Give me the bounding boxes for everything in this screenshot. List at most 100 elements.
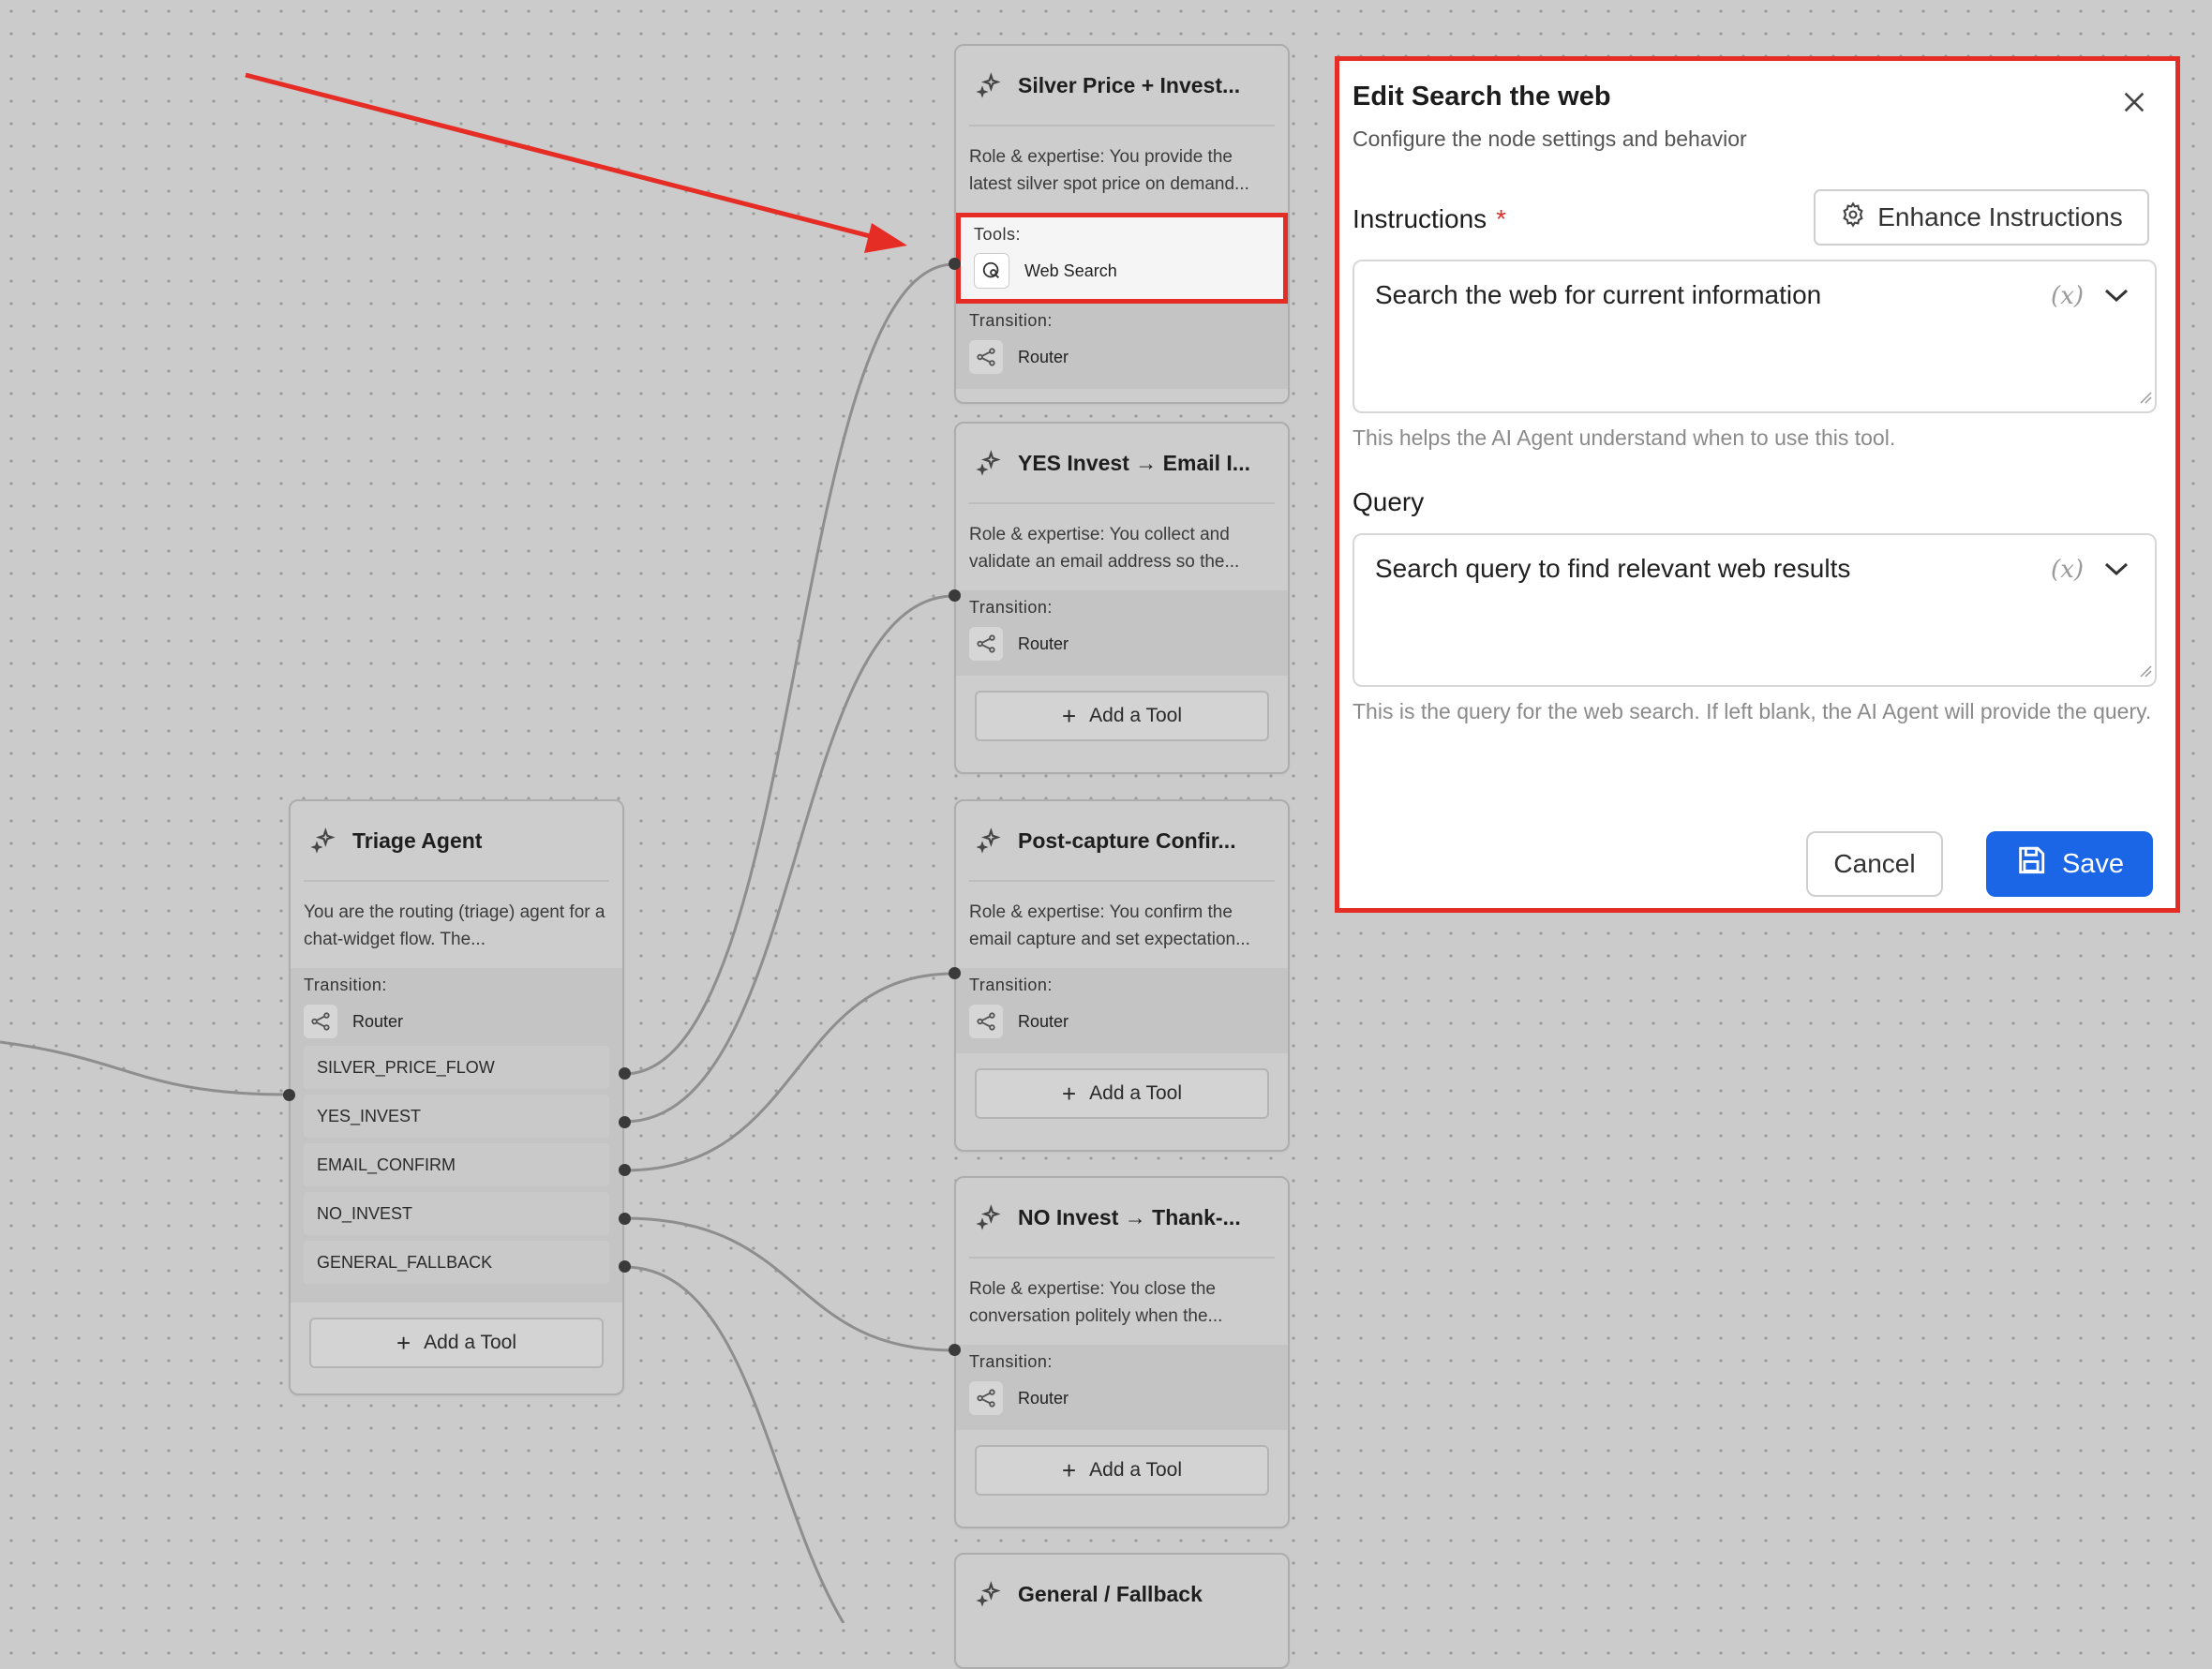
router-icon — [304, 1005, 337, 1038]
instructions-hint: This helps the AI Agent understand when … — [1353, 425, 1896, 450]
query-value: Search query to find relevant web result… — [1375, 554, 1851, 583]
route-row[interactable]: NO_INVEST — [304, 1192, 609, 1235]
node-header: NO Invest → Thank-... — [969, 1178, 1275, 1259]
node-title: Post-capture Confir... — [1018, 827, 1236, 853]
node-triage-agent[interactable]: Triage Agent You are the routing (triage… — [289, 799, 624, 1395]
input-port-silver[interactable] — [949, 258, 961, 270]
input-port-post-capture[interactable] — [949, 967, 961, 979]
tools-section-highlighted[interactable]: Tools: Web Search — [956, 213, 1288, 304]
output-port-silver-price-flow[interactable] — [619, 1067, 631, 1080]
transition-label: Transition: — [969, 1352, 1053, 1371]
node-post-capture[interactable]: Post-capture Confir... Role & expertise:… — [954, 799, 1290, 1152]
router-label: Router — [1018, 1388, 1069, 1408]
router-chip[interactable]: Router — [969, 1003, 1275, 1040]
sparkle-agent-icon — [309, 827, 337, 855]
router-icon — [969, 627, 1003, 661]
node-header: General / Fallback — [969, 1555, 1275, 1633]
add-tool-label: Add a Tool — [1089, 705, 1183, 726]
sparkle-agent-icon — [975, 827, 1003, 855]
router-label: Router — [1018, 1011, 1069, 1031]
transition-section: Transition: Router — [956, 590, 1288, 676]
node-header: YES Invest → Email I... — [969, 424, 1275, 504]
node-no-invest[interactable]: NO Invest → Thank-... Role & expertise: … — [954, 1176, 1290, 1528]
sparkle-agent-icon — [975, 1203, 1003, 1231]
query-hint: This is the query for the web search. If… — [1353, 699, 2152, 723]
transition-label: Transition: — [969, 598, 1053, 617]
sparkle-agent-icon — [975, 71, 1003, 99]
edge-incoming-triage — [0, 1040, 290, 1096]
node-description: Role & expertise: You provide the latest… — [969, 147, 1249, 194]
query-label: Query — [1353, 487, 1425, 516]
instructions-value: Search the web for current information — [1375, 280, 1822, 309]
router-label: Router — [352, 1011, 404, 1031]
output-port-general-fallback[interactable] — [619, 1260, 631, 1273]
route-row[interactable]: SILVER_PRICE_FLOW — [304, 1046, 609, 1089]
router-label: Router — [1018, 347, 1069, 366]
enhance-instructions-button[interactable]: Enhance Instructions — [1814, 189, 2149, 246]
save-button[interactable]: Save — [1986, 831, 2153, 897]
node-title: General / Fallback — [1018, 1581, 1203, 1606]
variable-insert-icon[interactable]: (x) — [2051, 282, 2084, 310]
required-mark: * — [1496, 204, 1507, 233]
output-port-email-confirm[interactable] — [619, 1164, 631, 1176]
node-general-fallback[interactable]: General / Fallback — [954, 1553, 1290, 1669]
tool-label: Web Search — [1024, 261, 1117, 280]
instructions-textarea[interactable]: Search the web for current information (… — [1353, 260, 2157, 413]
chevron-down-icon[interactable] — [2102, 559, 2130, 583]
router-chip[interactable]: Router — [969, 1379, 1275, 1417]
plus-icon: + — [1061, 702, 1077, 730]
edit-tool-panel: Edit Search the web Configure the node s… — [1335, 56, 2180, 913]
node-title: YES Invest → Email I... — [1018, 450, 1250, 475]
edge-no-invest — [623, 1216, 955, 1352]
node-description: Role & expertise: You confirm the email … — [969, 902, 1250, 949]
sparkle-agent-icon — [975, 449, 1003, 477]
output-port-no-invest[interactable] — [619, 1213, 631, 1225]
add-tool-button[interactable]: + Add a Tool — [975, 1445, 1269, 1496]
resize-handle-icon[interactable] — [2139, 391, 2152, 409]
add-tool-button[interactable]: + Add a Tool — [975, 691, 1269, 741]
input-port-triage[interactable] — [283, 1089, 295, 1101]
node-silver-price[interactable]: Silver Price + Invest... Role & expertis… — [954, 44, 1290, 404]
node-title: NO Invest → Thank-... — [1018, 1204, 1241, 1229]
enhance-instructions-label: Enhance Instructions — [1877, 202, 2123, 231]
route-row[interactable]: GENERAL_FALLBACK — [304, 1241, 609, 1284]
add-tool-label: Add a Tool — [1089, 1459, 1183, 1481]
chevron-down-icon[interactable] — [2102, 286, 2130, 309]
input-port-yes-invest[interactable] — [949, 589, 961, 602]
node-yes-invest[interactable]: YES Invest → Email I... Role & expertise… — [954, 422, 1290, 774]
close-icon[interactable] — [2115, 83, 2153, 121]
instructions-label: Instructions * — [1353, 204, 1506, 234]
edge-silver-price-flow — [623, 262, 955, 1076]
add-tool-button[interactable]: + Add a Tool — [975, 1068, 1269, 1119]
router-icon — [969, 340, 1003, 374]
save-label: Save — [2061, 848, 2125, 879]
node-description: Role & expertise: You collect and valida… — [969, 525, 1240, 572]
edge-email-confirm — [623, 972, 955, 1172]
query-textarea[interactable]: Search query to find relevant web result… — [1353, 533, 2157, 687]
router-chip[interactable]: Router — [969, 625, 1275, 663]
edge-yes-invest — [623, 594, 955, 1124]
sparkle-agent-icon — [975, 1580, 1003, 1608]
route-row[interactable]: EMAIL_CONFIRM — [304, 1143, 609, 1186]
router-chip[interactable]: Router — [969, 338, 1275, 376]
node-title: Triage Agent — [352, 827, 483, 853]
router-chip[interactable]: Router — [304, 1003, 609, 1040]
transition-section: Transition: Router SILVER_PRICE_FLOW YES… — [291, 968, 622, 1303]
resize-handle-icon[interactable] — [2139, 664, 2152, 682]
variable-insert-icon[interactable]: (x) — [2051, 556, 2084, 584]
node-header: Triage Agent — [304, 801, 609, 882]
node-title: Silver Price + Invest... — [1018, 72, 1241, 97]
output-port-yes-invest[interactable] — [619, 1116, 631, 1128]
plus-icon: + — [396, 1329, 411, 1357]
route-row[interactable]: YES_INVEST — [304, 1095, 609, 1138]
tool-web-search[interactable]: Web Search — [974, 252, 1270, 290]
router-label: Router — [1018, 633, 1069, 653]
panel-subtitle: Configure the node settings and behavior — [1353, 127, 1747, 151]
input-port-no-invest[interactable] — [949, 1344, 961, 1356]
plus-icon: + — [1061, 1456, 1077, 1484]
add-tool-label: Add a Tool — [1089, 1082, 1183, 1104]
add-tool-button[interactable]: + Add a Tool — [309, 1318, 604, 1368]
gear-icon — [1840, 201, 1866, 234]
cancel-button[interactable]: Cancel — [1806, 831, 1943, 897]
add-tool-label: Add a Tool — [424, 1332, 517, 1353]
